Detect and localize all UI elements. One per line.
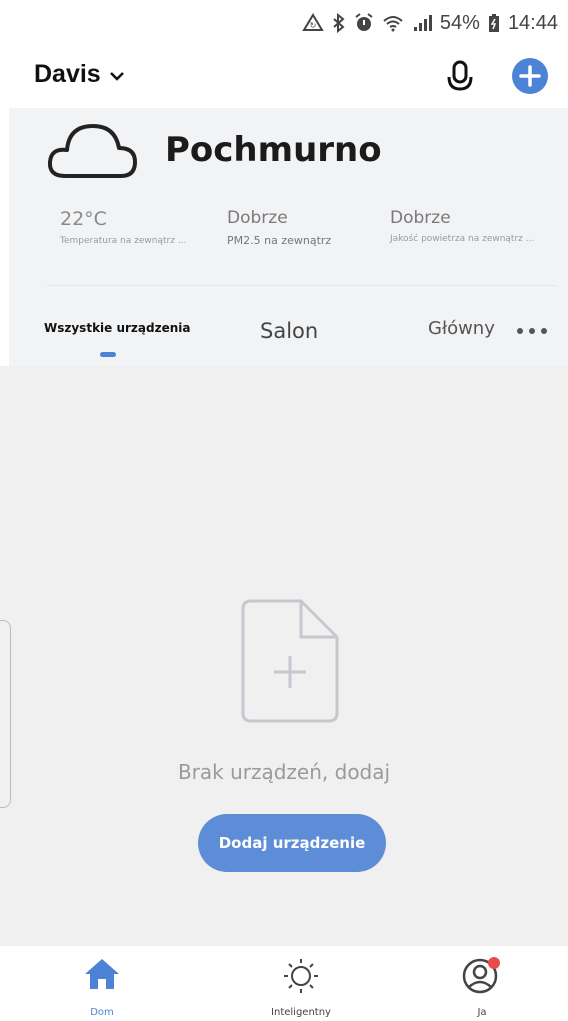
more-options-button[interactable] [516,316,548,342]
svg-text:↻: ↻ [310,21,317,30]
add-device-button[interactable]: Dodaj urządzenie [198,814,386,872]
app-header: Davis [0,46,568,108]
metric-air-quality: Dobrze Jakość powietrza na zewnątrz ... [390,208,534,244]
plus-icon [512,65,548,98]
sun-icon [282,956,320,999]
user-icon [462,956,502,1001]
bluetooth-icon [332,13,346,33]
microphone-icon [440,60,480,100]
metric-value: Dobrze [390,208,451,228]
metric-label: Temperatura na zewnątrz ... [60,236,187,246]
chevron-down-icon [109,60,125,89]
tab-salon[interactable]: Salon [260,319,318,343]
add-button[interactable] [512,58,548,94]
battery-icon [488,13,500,33]
tab-indicator [100,352,116,357]
metric-label: Jakość powietrza na zewnątrz ... [390,234,535,244]
metric-value: 22°C [60,208,107,230]
add-file-icon [241,599,341,730]
metric-pm25: Dobrze PM2.5 na zewnątrz [227,208,331,247]
nav-inteligentny[interactable]: Inteligentny [241,946,361,1021]
voice-button[interactable] [440,56,480,96]
home-icon [83,956,121,997]
metric-label: PM2.5 na zewnątrz [227,234,332,247]
weather-panel: Pochmurno 22°C Temperatura na zewnątrz .… [9,108,568,366]
metric-value: Dobrze [227,208,288,228]
metric-temperature: 22°C Temperatura na zewnątrz ... [60,208,186,246]
status-bar: ↻ 54% 14:44 [0,0,568,46]
weather-condition: Pochmurno [165,130,382,170]
home-selector[interactable]: Davis [34,60,125,89]
data-saver-icon: ↻ [302,13,324,33]
bottom-navigation: Dom Inteligentny Ja [0,946,568,1021]
wifi-icon [382,13,404,33]
device-list-area: Brak urządzeń, dodaj Dodaj urządzenie [0,366,568,946]
nav-label: Ja [477,1007,487,1018]
signal-icon [412,13,432,33]
nav-label: Dom [90,1007,114,1018]
battery-percent: 54% [439,11,480,34]
nav-ja[interactable]: Ja [422,946,542,1021]
cloud-icon [47,118,139,187]
nav-label: Inteligentny [271,1007,331,1018]
tab-glowny[interactable]: Główny [428,318,495,339]
divider [47,285,557,286]
tab-all-devices[interactable]: Wszystkie urządzenia [44,321,190,335]
clock-time: 14:44 [507,11,558,34]
alarm-icon [354,13,374,33]
home-name: Davis [34,60,101,88]
more-dots-icon [516,316,548,341]
empty-state-message: Brak urządzeń, dodaj [177,760,391,784]
nav-dom[interactable]: Dom [42,946,162,1021]
